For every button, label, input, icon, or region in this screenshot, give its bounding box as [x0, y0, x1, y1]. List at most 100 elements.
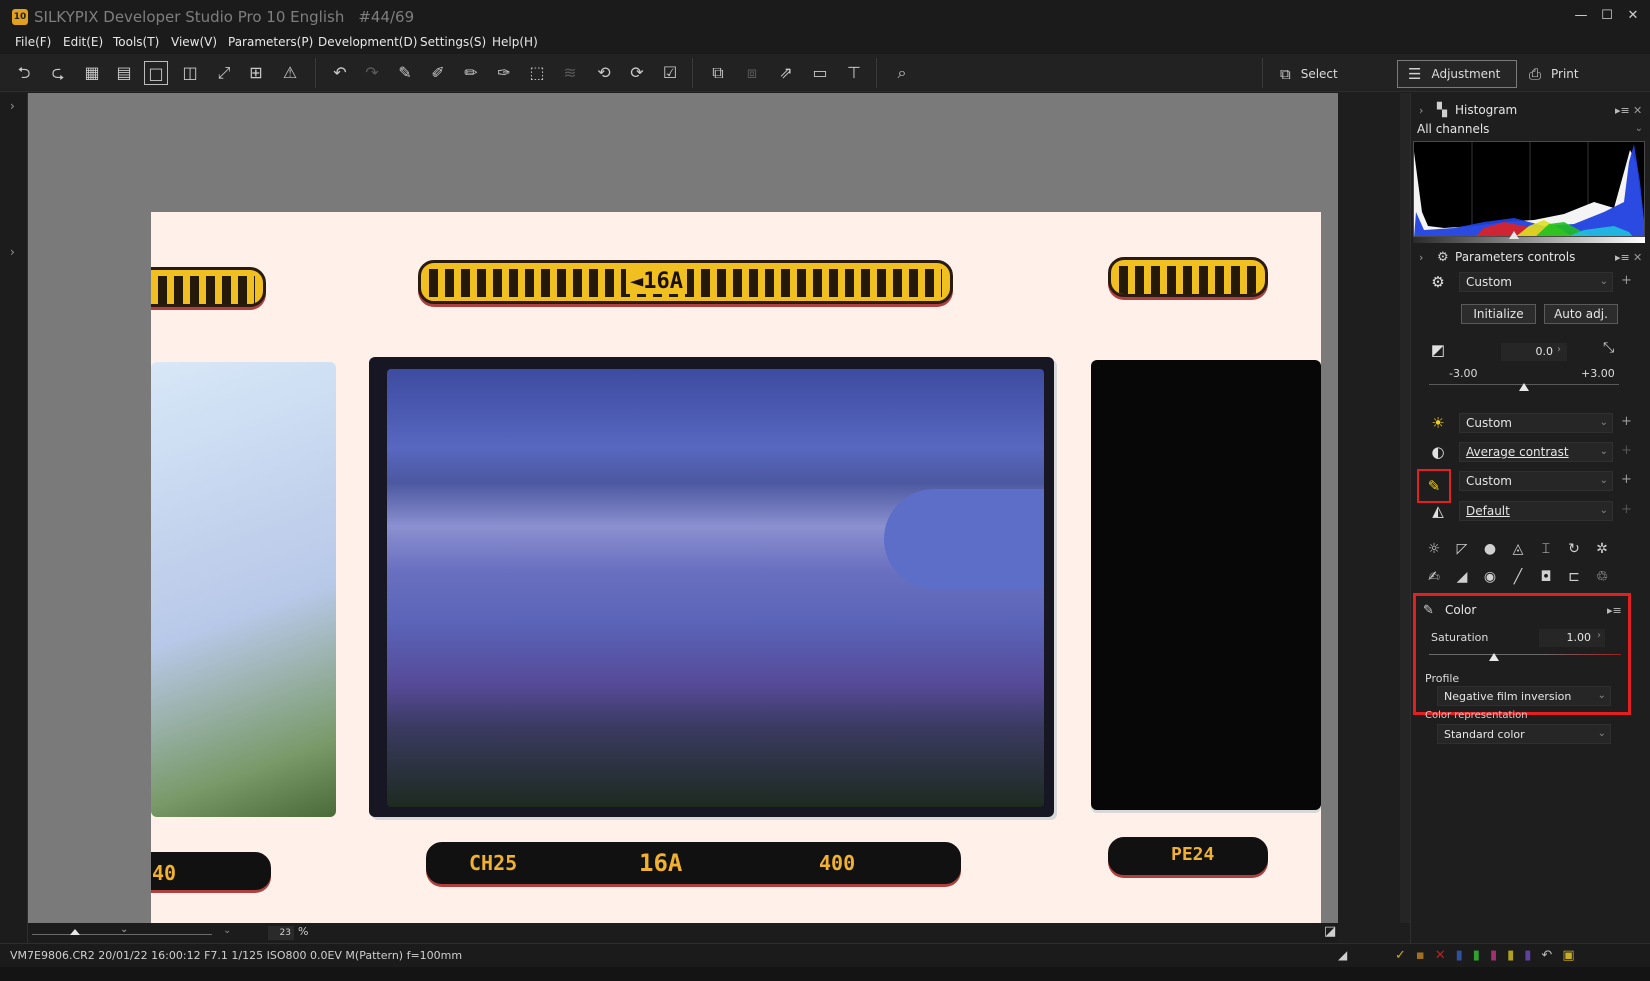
- image-viewer[interactable]: ◄16A 40 CH25 16A 400 PE24: [28, 93, 1338, 981]
- color-representation-select[interactable]: Standard color ⌄: [1437, 724, 1611, 744]
- reset-mark-icon[interactable]: ↶: [1541, 948, 1552, 963]
- thumbnail-view-icon[interactable]: ▦: [80, 61, 104, 85]
- zoom-dropdown-icon[interactable]: ⌄: [223, 925, 231, 936]
- menu-view[interactable]: View(V): [171, 35, 217, 49]
- quality-icon[interactable]: ◢: [1338, 948, 1347, 962]
- zoom-slider-thumb[interactable]: [70, 929, 80, 935]
- parameter-preset-select[interactable]: Custom ⌄: [1459, 272, 1613, 292]
- exposure-auto-icon[interactable]: ⤡: [1603, 340, 1614, 356]
- exposure-slider-thumb[interactable]: [1519, 383, 1529, 391]
- viewer-vertical-scrollbar[interactable]: [1400, 93, 1410, 923]
- pink-label-icon[interactable]: ▮: [1490, 948, 1497, 963]
- white-balance-select[interactable]: Custom ⌄: [1459, 413, 1613, 433]
- reject-mark-icon[interactable]: ✕: [1435, 948, 1446, 963]
- sharpness-select[interactable]: Default ⌄: [1459, 501, 1613, 521]
- menu-parameters[interactable]: Parameters(P): [228, 35, 313, 49]
- zoom-value[interactable]: 23: [268, 926, 294, 940]
- add-white-balance-icon[interactable]: +: [1621, 414, 1632, 429]
- export-icon[interactable]: ⇗: [774, 61, 798, 85]
- expand-left-panel-icon-2[interactable]: ›: [10, 245, 15, 259]
- histogram-collapse-icon[interactable]: ›: [1419, 104, 1423, 117]
- histogram-range-thumb[interactable]: [1509, 231, 1519, 239]
- aperture-tool-icon[interactable]: ⌶: [1535, 538, 1557, 560]
- zoom-slider-chevron-icon[interactable]: ⌄: [120, 924, 128, 935]
- next-image-icon[interactable]: ⮎: [46, 61, 70, 85]
- gradient-tool-icon[interactable]: ◢: [1451, 566, 1473, 588]
- auto-adj-button[interactable]: Auto adj.: [1544, 304, 1618, 324]
- spot-removal-tool-icon[interactable]: ♲: [1591, 566, 1613, 588]
- histogram-close-icon[interactable]: ✕: [1633, 104, 1642, 117]
- yellow-label-icon[interactable]: ▮: [1507, 948, 1514, 963]
- histogram-header[interactable]: › ▚ Histogram ▸≡ ✕: [1411, 99, 1650, 121]
- rotate-left-icon[interactable]: ⟲: [592, 61, 616, 85]
- purple-label-icon[interactable]: ▮: [1524, 948, 1531, 963]
- menu-settings[interactable]: Settings(S): [420, 35, 486, 49]
- crop-select-icon[interactable]: ⬚: [525, 61, 549, 85]
- expand-left-panel-icon[interactable]: ›: [10, 99, 15, 113]
- select-mode-button[interactable]: ⧉ Select: [1270, 60, 1380, 88]
- menu-help[interactable]: Help(H): [492, 35, 538, 49]
- color-header[interactable]: ✎ Color ▸≡: [1411, 599, 1650, 621]
- add-preset-icon[interactable]: +: [1621, 273, 1632, 288]
- undo-icon[interactable]: ↶: [328, 61, 352, 85]
- previous-image-icon[interactable]: ⮌: [12, 61, 36, 85]
- parameters-close-icon[interactable]: ✕: [1633, 251, 1642, 264]
- menu-file[interactable]: File(F): [15, 35, 51, 49]
- paste-icon[interactable]: ✏: [459, 61, 483, 85]
- profile-select[interactable]: Negative film inversion ⌄: [1437, 686, 1611, 706]
- tone-select[interactable]: Average contrast ⌄: [1459, 442, 1613, 462]
- saturation-slider-thumb[interactable]: [1489, 653, 1499, 661]
- saturation-value-box[interactable]: 1.00: [1539, 629, 1605, 647]
- pen-tool-icon[interactable]: ╱: [1507, 566, 1529, 588]
- list-view-icon[interactable]: ▤: [112, 61, 136, 85]
- keep-mark-icon[interactable]: ▪: [1416, 948, 1425, 963]
- parameters-collapse-icon[interactable]: ›: [1419, 251, 1423, 264]
- rotate-right-icon[interactable]: ⟳: [625, 61, 649, 85]
- redo-icon[interactable]: ↷: [360, 61, 384, 85]
- warning-icon[interactable]: ⚠: [278, 61, 302, 85]
- initialize-button[interactable]: Initialize: [1461, 304, 1536, 324]
- crop-tool-icon[interactable]: ⊏: [1563, 566, 1585, 588]
- brightness-tool-icon[interactable]: ☼: [1423, 538, 1445, 560]
- print-mode-button[interactable]: ⎙ Print: [1519, 60, 1619, 88]
- color-balance-tool-icon[interactable]: ◬: [1507, 538, 1529, 560]
- histogram-channel-select[interactable]: All channels ⌄: [1411, 120, 1647, 140]
- saturation-slider[interactable]: [1429, 654, 1621, 655]
- retouch-tool-icon[interactable]: ✍: [1423, 566, 1445, 588]
- rotate-tool-icon[interactable]: ↻: [1563, 538, 1585, 560]
- paste-params-icon[interactable]: ✐: [426, 61, 450, 85]
- fullscreen-icon[interactable]: ⤢: [212, 61, 236, 85]
- menu-edit[interactable]: Edit(E): [63, 35, 103, 49]
- settings-tool-icon[interactable]: ✲: [1591, 538, 1613, 560]
- zoom-icon[interactable]: ⌕: [890, 61, 914, 85]
- ok-mark-icon[interactable]: ✓: [1395, 948, 1406, 963]
- partial-correction-tool-icon[interactable]: ◘: [1535, 566, 1557, 588]
- navigator-icon[interactable]: ◪: [1324, 924, 1336, 939]
- monitor-icon[interactable]: ▭: [808, 61, 832, 85]
- develop-icon[interactable]: ⧉: [706, 61, 730, 85]
- add-color-preset-icon[interactable]: +: [1621, 472, 1632, 487]
- check-icon[interactable]: ☑: [658, 61, 682, 85]
- menu-tools[interactable]: Tools(T): [113, 35, 159, 49]
- straighten-icon[interactable]: ⊤: [842, 61, 866, 85]
- close-button[interactable]: ✕: [1618, 6, 1648, 26]
- brush-icon[interactable]: ✑: [492, 61, 516, 85]
- copy-params-icon[interactable]: ✎: [393, 61, 417, 85]
- color-preset-select[interactable]: Custom ⌄: [1459, 471, 1613, 491]
- adjustment-mode-button[interactable]: ☰ Adjustment: [1397, 60, 1517, 88]
- color-pen-icon[interactable]: ✎: [1417, 469, 1451, 503]
- grid-icon[interactable]: ⊞: [244, 61, 268, 85]
- compare-view-icon[interactable]: ◫: [178, 61, 202, 85]
- parameters-header[interactable]: › ⚙ Parameters controls ▸≡ ✕: [1411, 246, 1650, 268]
- menu-development[interactable]: Development(D): [318, 35, 417, 49]
- blue-label-icon[interactable]: ▮: [1456, 948, 1463, 963]
- red-eye-tool-icon[interactable]: ◉: [1479, 566, 1501, 588]
- layers-icon[interactable]: ≋: [558, 61, 582, 85]
- exposure-increase-icon[interactable]: ›: [1557, 344, 1561, 355]
- single-view-icon[interactable]: □: [144, 61, 168, 85]
- color-menu-icon[interactable]: ▸≡: [1607, 604, 1622, 617]
- parameters-menu-icon[interactable]: ▸≡: [1615, 251, 1630, 264]
- green-label-icon[interactable]: ▮: [1473, 948, 1480, 963]
- add-sharpness-icon[interactable]: +: [1621, 502, 1632, 517]
- batch-develop-icon[interactable]: ⧈: [740, 61, 764, 85]
